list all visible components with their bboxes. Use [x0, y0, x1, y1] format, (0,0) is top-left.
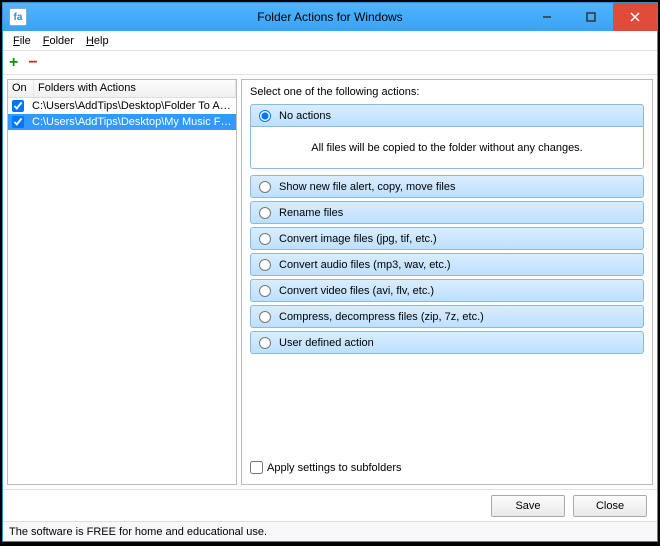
- minimize-button[interactable]: [525, 3, 569, 31]
- apply-subfolders-checkbox[interactable]: [250, 461, 263, 474]
- column-header: On Folders with Actions: [8, 80, 236, 98]
- menu-help[interactable]: Help: [80, 33, 115, 49]
- action-item[interactable]: Rename files: [250, 201, 644, 224]
- statusbar: The software is FREE for home and educat…: [3, 521, 657, 541]
- action-item[interactable]: Convert image files (jpg, tif, etc.): [250, 227, 644, 250]
- window-controls: [525, 3, 657, 31]
- folder-row[interactable]: C:\Users\AddTips\Desktop\My Music Folder: [8, 114, 236, 130]
- column-on[interactable]: On: [8, 80, 34, 97]
- action-item[interactable]: Show new file alert, copy, move files: [250, 175, 644, 198]
- folder-list-pane: On Folders with Actions C:\Users\AddTips…: [7, 79, 237, 485]
- action-radio[interactable]: [259, 337, 271, 349]
- folder-list[interactable]: C:\Users\AddTips\Desktop\Folder To Actio…: [8, 98, 236, 484]
- actions-pane: Select one of the following actions: No …: [241, 79, 653, 485]
- close-window-button[interactable]: Close: [573, 495, 647, 517]
- menu-file[interactable]: File: [7, 33, 37, 49]
- maximize-button[interactable]: [569, 3, 613, 31]
- action-label: Compress, decompress files (zip, 7z, etc…: [279, 311, 484, 323]
- action-description: All files will be copied to the folder w…: [250, 127, 644, 169]
- remove-folder-button[interactable]: −: [28, 55, 37, 71]
- action-item[interactable]: No actions: [250, 104, 644, 127]
- action-item[interactable]: Convert video files (avi, flv, etc.): [250, 279, 644, 302]
- menu-folder[interactable]: Folder: [37, 33, 80, 49]
- action-label: No actions: [279, 110, 331, 122]
- close-button[interactable]: [613, 3, 657, 31]
- action-label: Show new file alert, copy, move files: [279, 181, 455, 193]
- action-radio[interactable]: [259, 181, 271, 193]
- action-item[interactable]: User defined action: [250, 331, 644, 354]
- action-label: Convert image files (jpg, tif, etc.): [279, 233, 437, 245]
- action-item[interactable]: Convert audio files (mp3, wav, etc.): [250, 253, 644, 276]
- action-label: Convert video files (avi, flv, etc.): [279, 285, 434, 297]
- toolbar: + −: [3, 51, 657, 75]
- folder-path: C:\Users\AddTips\Desktop\Folder To Actio…: [32, 100, 236, 112]
- actions-list: No actions All files will be copied to th…: [250, 104, 644, 354]
- add-folder-button[interactable]: +: [9, 55, 18, 71]
- app-window: fa Folder Actions for Windows File Folde…: [2, 2, 658, 542]
- folder-checkbox[interactable]: [12, 100, 24, 112]
- status-text: The software is FREE for home and educat…: [9, 526, 267, 538]
- action-label: Convert audio files (mp3, wav, etc.): [279, 259, 451, 271]
- folder-checkbox[interactable]: [12, 116, 24, 128]
- content-area: On Folders with Actions C:\Users\AddTips…: [3, 75, 657, 489]
- titlebar: fa Folder Actions for Windows: [3, 3, 657, 31]
- subfolders-row: Apply settings to subfolders: [250, 457, 644, 478]
- action-radio[interactable]: [259, 233, 271, 245]
- action-radio[interactable]: [259, 110, 271, 122]
- folder-path: C:\Users\AddTips\Desktop\My Music Folder: [32, 116, 236, 128]
- folder-row[interactable]: C:\Users\AddTips\Desktop\Folder To Actio…: [8, 98, 236, 114]
- column-path[interactable]: Folders with Actions: [34, 80, 236, 97]
- actions-prompt: Select one of the following actions:: [250, 86, 644, 98]
- button-row: Save Close: [3, 489, 657, 521]
- action-item[interactable]: Compress, decompress files (zip, 7z, etc…: [250, 305, 644, 328]
- action-radio[interactable]: [259, 207, 271, 219]
- action-radio[interactable]: [259, 311, 271, 323]
- action-radio[interactable]: [259, 259, 271, 271]
- menubar: File Folder Help: [3, 31, 657, 51]
- apply-subfolders-label: Apply settings to subfolders: [267, 462, 402, 474]
- app-icon: fa: [9, 8, 27, 26]
- save-button[interactable]: Save: [491, 495, 565, 517]
- action-label: User defined action: [279, 337, 374, 349]
- action-radio[interactable]: [259, 285, 271, 297]
- action-label: Rename files: [279, 207, 343, 219]
